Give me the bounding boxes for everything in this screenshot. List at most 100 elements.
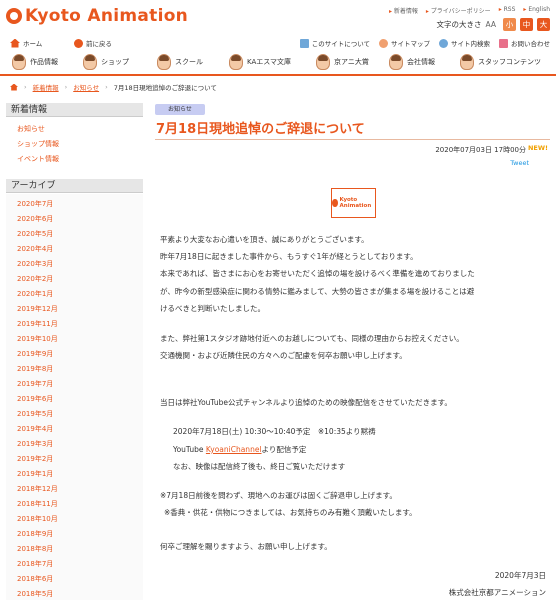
character-avatar-icon xyxy=(229,54,243,70)
post-date: 2020年07月03日 17時00分 xyxy=(435,146,526,154)
font-size-label: 文字の大きさ xyxy=(436,20,482,29)
stream-channel: YouTube KyoaniChannelより配信予定 xyxy=(173,445,307,454)
archive-link[interactable]: 2019年12月 xyxy=(17,304,58,314)
character-avatar-icon xyxy=(83,54,97,70)
article-note: ※香典・供花・供物につきましては、お気持ちのみ有難く頂戴いたします。 xyxy=(164,508,417,517)
font-size-control: 文字の大きさ AA 小 中 大 xyxy=(437,18,550,31)
contact-link[interactable]: お問い合わせ xyxy=(499,38,550,48)
article-paragraph: 当日は弊社YouTube公式チャンネルより追悼のための映像配信をさせていただきま… xyxy=(160,398,452,407)
logo-text: Kyoto Animation xyxy=(339,197,372,209)
article-paragraph: また、弊社第1スタジオ跡地付近へのお越しについても、同様の理由からお控えください… xyxy=(160,334,464,343)
about-site-link[interactable]: このサイトについて xyxy=(299,38,370,48)
sitemap-link[interactable]: サイトマップ xyxy=(379,38,430,48)
home-link[interactable]: ホーム xyxy=(10,38,42,48)
util-link-rss[interactable]: RSS xyxy=(499,6,516,15)
nav-school[interactable]: スクール xyxy=(157,54,203,70)
site-logo[interactable]: Kyoto Animation xyxy=(6,6,188,26)
nav-shop-label: ショップ xyxy=(101,58,129,66)
archive-link[interactable]: 2019年6月 xyxy=(17,394,53,404)
archive-link[interactable]: 2018年7月 xyxy=(17,559,53,569)
nav-divider xyxy=(0,74,556,76)
archive-link[interactable]: 2019年10月 xyxy=(17,334,58,344)
nav-works-label: 作品情報 xyxy=(30,58,58,66)
archive-link[interactable]: 2020年4月 xyxy=(17,244,53,254)
font-size-small-button[interactable]: 小 xyxy=(503,18,516,31)
archive-link[interactable]: 2018年10月 xyxy=(17,514,58,524)
archive-link[interactable]: 2018年5月 xyxy=(17,589,53,599)
logo-mark-icon xyxy=(6,8,22,24)
archive-link[interactable]: 2019年9月 xyxy=(17,349,53,359)
signature-company: 株式会社京都アニメーション xyxy=(448,588,546,597)
archive-link[interactable]: 2019年4月 xyxy=(17,424,53,434)
tweet-button[interactable]: Tweet xyxy=(510,159,529,167)
nav-kyoani-award-label: 京アニ大賞 xyxy=(334,58,369,66)
article-paragraph: 交通機関・および近隣住民の方々へのご配慮を何卒お願い申し上げます。 xyxy=(160,351,407,360)
back-link[interactable]: 前に戻る xyxy=(74,38,112,48)
sidebar-news-link[interactable]: イベント情報 xyxy=(17,154,59,164)
util-link-english[interactable]: English xyxy=(523,6,550,15)
archive-link[interactable]: 2020年3月 xyxy=(17,259,53,269)
back-label: 前に戻る xyxy=(86,40,112,48)
site-search-label: サイト内検索 xyxy=(451,40,490,48)
nav-shop[interactable]: ショップ xyxy=(83,54,129,70)
home-label: ホーム xyxy=(23,40,43,48)
home-icon[interactable] xyxy=(10,83,18,91)
util-link-privacy[interactable]: プライバシーポリシー xyxy=(426,6,491,15)
nav-staff[interactable]: スタッフコンテンツ xyxy=(460,54,541,70)
site-search-link[interactable]: サイト内検索 xyxy=(439,38,490,48)
breadcrumb-current: 7月18日現地追悼のご辞退について xyxy=(113,84,217,92)
breadcrumb-notices[interactable]: お知らせ xyxy=(73,82,99,92)
article-paragraph: けるべきと判断いたしました。 xyxy=(160,304,265,313)
title-divider xyxy=(155,139,550,140)
logo-text: Kyoto Animation xyxy=(25,6,189,26)
breadcrumb-news[interactable]: 新着情報 xyxy=(33,82,59,92)
archive-link[interactable]: 2019年5月 xyxy=(17,409,53,419)
archive-link[interactable]: 2019年3月 xyxy=(17,439,53,449)
sidebar-news-link[interactable]: お知らせ xyxy=(17,124,45,134)
archive-link[interactable]: 2019年1月 xyxy=(17,469,53,479)
nav-ka-esma-label: KAエスマ文庫 xyxy=(247,58,292,66)
archive-link[interactable]: 2020年1月 xyxy=(17,289,53,299)
kyoani-channel-link[interactable]: KyoaniChannel xyxy=(206,445,262,454)
archive-link[interactable]: 2018年6月 xyxy=(17,574,53,584)
nav-staff-label: スタッフコンテンツ xyxy=(478,58,541,66)
nav-ka-esma[interactable]: KAエスマ文庫 xyxy=(229,54,291,70)
search-icon xyxy=(439,38,448,48)
nav-kyoani-award[interactable]: 京アニ大賞 xyxy=(316,54,369,70)
article-paragraph: 何卒ご理解を賜りますよう、お願い申し上げます。 xyxy=(160,542,332,551)
contact-label: お問い合わせ xyxy=(511,40,550,48)
sidebar-news-link[interactable]: ショップ情報 xyxy=(17,139,59,149)
nav-works[interactable]: 作品情報 xyxy=(12,54,58,70)
stream-schedule: 2020年7月18日(土) 10:30〜10:40予定 ※10:35より黙祷 xyxy=(173,427,376,436)
archive-link[interactable]: 2019年7月 xyxy=(17,379,53,389)
archive-link[interactable]: 2019年11月 xyxy=(17,319,58,329)
stream-note: なお、映像は配信終了後も、終日ご覧いただけます xyxy=(173,462,346,471)
archive-link[interactable]: 2019年2月 xyxy=(17,454,53,464)
archive-link[interactable]: 2020年6月 xyxy=(17,214,53,224)
mail-icon xyxy=(499,38,508,48)
article-note: ※7月18日前後を問わず、現地へのお運びは固くご辞退申し上げます。 xyxy=(160,491,397,500)
nav-company[interactable]: 会社情報 xyxy=(389,54,435,70)
font-size-medium-button[interactable]: 中 xyxy=(520,18,533,31)
article-paragraph: が、昨今の新型感染症に関わる情勢に鑑みまして、大勢の皆さまが集まる場を設けること… xyxy=(160,287,475,296)
archive-link[interactable]: 2020年5月 xyxy=(17,229,53,239)
article-paragraph: 本来であれば、皆さまにお心をお寄せいただく追悼の場を設けるべく準備を進めておりま… xyxy=(160,269,475,278)
archive-link[interactable]: 2020年7月 xyxy=(17,199,53,209)
archive-link[interactable]: 2018年9月 xyxy=(17,529,53,539)
about-site-label: このサイトについて xyxy=(311,40,370,48)
main-navigation: 作品情報 ショップ スクール KAエスマ文庫 京アニ大賞 会社情報 スタッフコン… xyxy=(0,53,556,71)
utility-links: 新着情報 プライバシーポリシー RSS English xyxy=(389,6,550,15)
font-size-aa-icon: AA xyxy=(485,20,496,29)
font-size-large-button[interactable]: 大 xyxy=(537,18,550,31)
nav-school-label: スクール xyxy=(175,58,203,66)
archive-link[interactable]: 2020年2月 xyxy=(17,274,53,284)
archive-link[interactable]: 2018年8月 xyxy=(17,544,53,554)
page-title: 7月18日現地追悼のご辞退について xyxy=(156,122,365,137)
sidebar-news-heading: 新着情報 xyxy=(6,103,143,117)
article-paragraph: 平素より大変なお心遣いを頂き、誠にありがとうございます。 xyxy=(160,235,369,244)
sitemap-icon xyxy=(379,38,388,48)
archive-link[interactable]: 2018年12月 xyxy=(17,484,58,494)
util-link-news[interactable]: 新着情報 xyxy=(389,6,418,15)
archive-link[interactable]: 2018年11月 xyxy=(17,499,58,509)
archive-link[interactable]: 2019年8月 xyxy=(17,364,53,374)
